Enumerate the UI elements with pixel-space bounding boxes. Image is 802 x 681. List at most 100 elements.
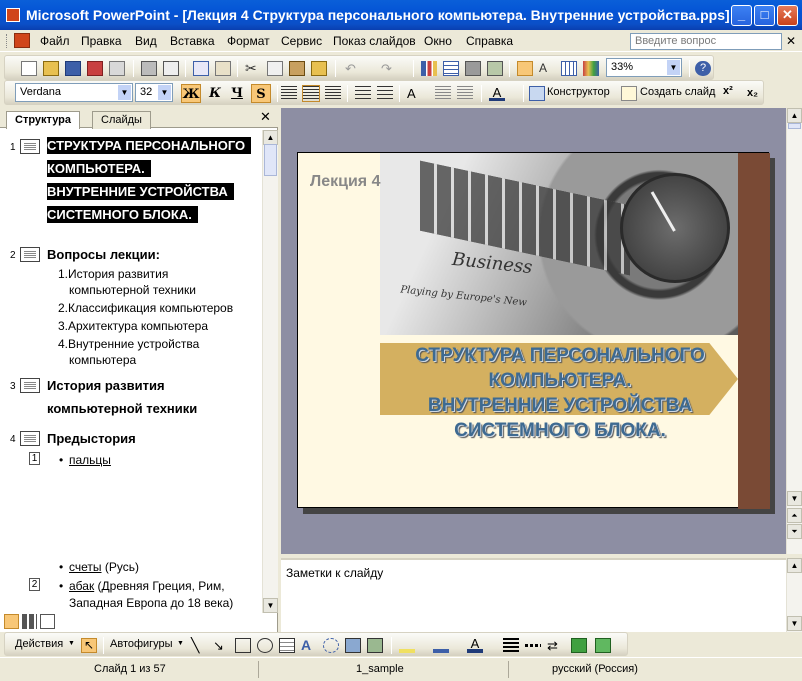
slide-icon[interactable] (20, 378, 40, 393)
paste-icon[interactable] (289, 61, 305, 76)
list-item[interactable]: 4.Внутренние устройства (58, 336, 199, 352)
menu-slideshow[interactable]: Показ слайдов (333, 34, 416, 48)
slide-sorter-icon[interactable] (22, 614, 37, 629)
next-slide-icon[interactable]: ⏷ (787, 524, 802, 539)
menu-insert[interactable]: Вставка (170, 34, 215, 48)
close-doc-icon[interactable]: ✕ (786, 34, 796, 48)
expand-all-icon[interactable] (517, 61, 533, 76)
list-item[interactable]: 1.История развития (58, 266, 168, 282)
font-select[interactable]: Verdana ▼ (15, 83, 133, 102)
align-right-icon[interactable] (325, 86, 341, 101)
list-item[interactable]: компьютерной техники (69, 282, 196, 298)
new-icon[interactable] (21, 61, 37, 76)
line-style-icon[interactable] (503, 638, 519, 653)
permission-icon[interactable] (87, 61, 103, 76)
scroll-down-icon[interactable]: ▼ (263, 598, 278, 613)
spelling-icon[interactable] (193, 61, 209, 76)
notes-scrollbar[interactable]: ▲ ▼ (786, 558, 802, 632)
diagram-icon[interactable] (323, 638, 339, 653)
menu-help[interactable]: Справка (466, 34, 513, 48)
maximize-button[interactable]: □ (754, 5, 775, 26)
scroll-up-icon[interactable]: ▲ (787, 108, 802, 123)
align-center-icon[interactable] (302, 85, 320, 102)
scroll-up-icon[interactable]: ▲ (787, 558, 802, 573)
slide-3-title[interactable]: История развития компьютерной техники (47, 374, 197, 420)
slideshow-view-icon[interactable] (40, 614, 55, 629)
underline-button[interactable]: Ч (227, 84, 247, 103)
3d-style-icon[interactable] (595, 638, 611, 653)
bold-button[interactable]: Ж (181, 84, 201, 103)
scroll-down-icon[interactable]: ▼ (787, 616, 802, 631)
previous-slide-icon[interactable]: ⏶ (787, 508, 802, 523)
decrease-indent-icon[interactable] (435, 86, 451, 101)
picture-icon[interactable] (367, 638, 383, 653)
hyperlink[interactable]: счеты (69, 560, 102, 574)
slide-4-title[interactable]: Предыстория (47, 427, 136, 450)
list-item[interactable]: абак (Древняя Греция, Рим, (59, 578, 225, 594)
zoom-select[interactable]: 33% ▼ (606, 58, 682, 77)
cut-icon[interactable]: ✂ (245, 61, 261, 76)
redo-icon[interactable]: ↷ (381, 61, 397, 76)
close-button[interactable]: ✕ (777, 5, 798, 26)
textbox-icon[interactable] (279, 638, 295, 653)
oval-icon[interactable] (257, 638, 273, 653)
powerpoint-app-icon[interactable] (6, 8, 20, 22)
align-left-icon[interactable] (281, 86, 297, 101)
menu-window[interactable]: Окно (424, 34, 452, 48)
slide-1-title[interactable]: СТРУКТУРА ПЕРСОНАЛЬНОГО КОМПЬЮТЕРА. ВНУТ… (47, 134, 252, 226)
line-color-icon[interactable] (433, 638, 449, 653)
insert-picture-icon[interactable] (465, 61, 481, 76)
slide-scrollbar[interactable]: ▲ ▼ ⏶ ⏷ (786, 108, 802, 554)
list-item[interactable]: счеты (Русь) (59, 559, 139, 575)
copy-icon[interactable] (267, 61, 283, 76)
outline-scrollbar[interactable]: ▲ ▼ (262, 130, 278, 613)
lecture-label[interactable]: Лекция 4 (310, 173, 380, 191)
arrow-style-icon[interactable]: ⇄ (547, 638, 563, 653)
line-icon[interactable]: ╲ (191, 638, 207, 653)
new-slide-button[interactable]: Создать слайд (640, 86, 715, 98)
scroll-down-icon[interactable]: ▼ (787, 491, 802, 506)
undo-icon[interactable]: ↶ (345, 61, 361, 76)
slide-icon[interactable] (20, 247, 40, 262)
print-preview-icon[interactable] (163, 61, 179, 76)
rectangle-icon[interactable] (235, 638, 251, 653)
save-icon[interactable] (65, 61, 81, 76)
clipart-icon[interactable] (345, 638, 361, 653)
new-slide-icon[interactable] (621, 86, 637, 101)
slide-icon[interactable] (20, 139, 40, 154)
autoshapes-menu[interactable]: Автофигуры (110, 638, 173, 650)
font-size-select[interactable]: 32 ▼ (135, 83, 173, 102)
tab-outline[interactable]: Структура (6, 111, 80, 129)
menu-format[interactable]: Формат (227, 34, 270, 48)
insert-chart-icon[interactable] (421, 61, 437, 76)
grid-icon[interactable] (561, 61, 577, 76)
shadow-button[interactable]: S (251, 84, 271, 103)
slide-2-title[interactable]: Вопросы лекции: (47, 243, 160, 266)
dash-style-icon[interactable] (525, 644, 541, 647)
superscript-icon[interactable]: x² (723, 85, 733, 97)
email-icon[interactable] (109, 61, 125, 76)
increase-indent-icon[interactable] (457, 86, 473, 101)
arrow-icon[interactable]: ↘ (213, 638, 229, 653)
close-pane-icon[interactable]: ✕ (260, 109, 271, 125)
list-item[interactable]: компьютера (69, 352, 136, 368)
scroll-thumb[interactable] (264, 144, 277, 176)
research-icon[interactable] (215, 61, 231, 76)
hyperlink[interactable]: пальцы (69, 453, 111, 467)
shadow-style-icon[interactable] (571, 638, 587, 653)
insert-table-icon[interactable] (443, 61, 459, 76)
normal-view-icon[interactable] (4, 614, 19, 629)
hyperlink[interactable]: абак (69, 579, 94, 593)
animation-marker[interactable]: 2 (29, 578, 40, 591)
font-color-icon[interactable]: A (489, 86, 505, 101)
list-item[interactable]: 3.Архитектура компьютера (58, 318, 208, 334)
color-grayscale-icon[interactable] (583, 61, 599, 76)
insert-diagram-icon[interactable] (487, 61, 503, 76)
scroll-up-icon[interactable]: ▲ (263, 130, 278, 145)
actions-menu[interactable]: Действия (15, 638, 63, 650)
subscript-icon[interactable]: x₂ (747, 87, 758, 99)
select-pointer-icon[interactable]: ↖ (81, 638, 97, 653)
design-icon[interactable] (529, 86, 545, 101)
document-icon[interactable] (14, 33, 30, 48)
print-icon[interactable] (141, 61, 157, 76)
